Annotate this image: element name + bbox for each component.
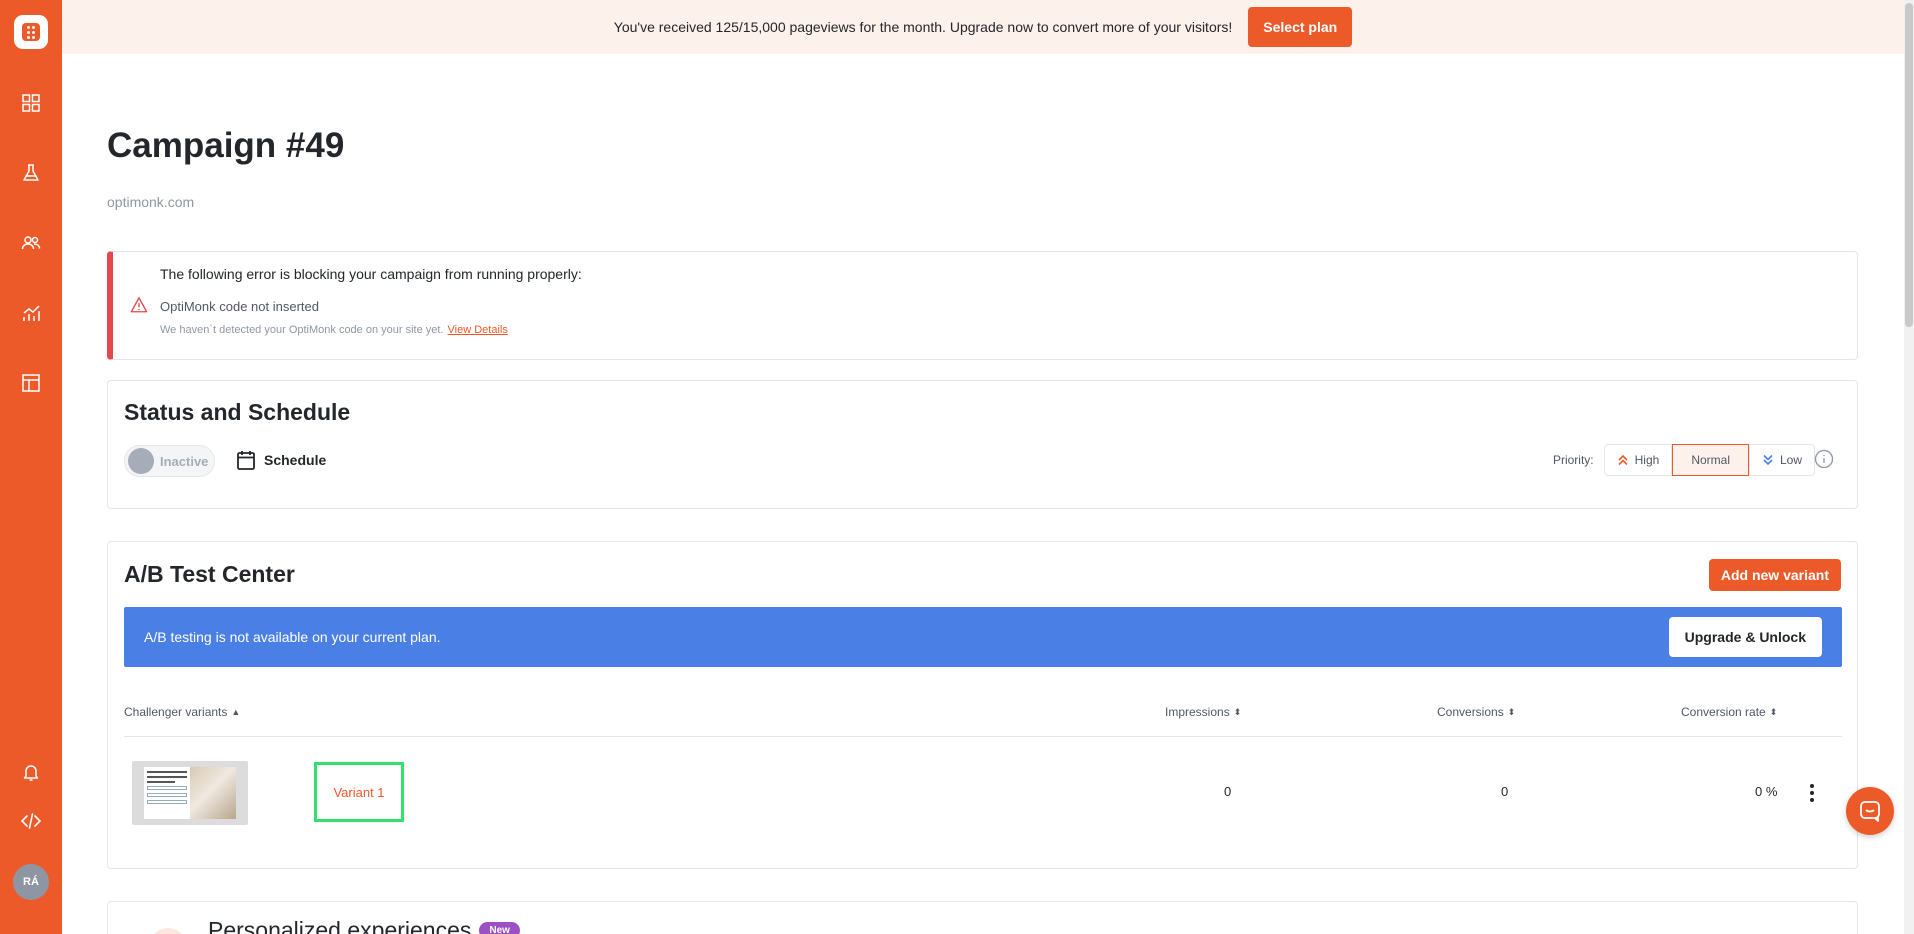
- analytics-icon: [23, 305, 40, 321]
- app-logo[interactable]: [14, 15, 48, 49]
- conversion-rate-value: 0 %: [1755, 784, 1778, 799]
- col-variants-label: Challenger variants: [124, 705, 228, 719]
- thumbnail-preview: [144, 767, 236, 819]
- status-toggle[interactable]: Inactive: [124, 445, 215, 477]
- priority-high-button[interactable]: High: [1603, 444, 1673, 476]
- status-title: Status and Schedule: [124, 399, 351, 425]
- status-schedule-card: Status and Schedule Inactive Schedule Pr…: [107, 380, 1858, 509]
- col-rate-label: Conversion rate: [1681, 705, 1766, 719]
- chat-icon: [1860, 801, 1880, 822]
- campaign-domain: optimonk.com: [107, 194, 195, 210]
- sort-asc-icon: ▲: [231, 707, 241, 717]
- upgrade-banner: You've received 125/15,000 pageviews for…: [62, 0, 1904, 54]
- chat-launcher[interactable]: [1846, 787, 1894, 835]
- priority-selector: Priority: High Normal Low: [1553, 444, 1815, 476]
- banner-text: You've received 125/15,000 pageviews for…: [613, 19, 1233, 35]
- schedule-label: Schedule: [264, 452, 327, 468]
- avatar[interactable]: RÁ: [13, 864, 49, 900]
- warning-icon: [130, 297, 148, 313]
- error-title: The following error is blocking your cam…: [160, 266, 582, 282]
- ab-notice-text: A/B testing is not available on your cur…: [144, 629, 441, 645]
- dashboard-icon: [22, 94, 40, 112]
- ab-plan-notice: A/B testing is not available on your cur…: [124, 607, 1842, 667]
- col-impressions-label: Impressions: [1165, 705, 1230, 719]
- priority-high-label: High: [1634, 453, 1660, 467]
- chevrons-down-icon: [1763, 454, 1773, 466]
- calendar-icon: [237, 451, 255, 470]
- variants-table-header: Challenger variants ▲ Impressions ⬍ Conver…: [124, 701, 1842, 737]
- variant-thumbnail[interactable]: [132, 761, 248, 825]
- users-icon: [21, 236, 41, 250]
- personalized-icon: [150, 928, 186, 934]
- add-variant-button[interactable]: Add new variant: [1708, 559, 1841, 591]
- error-description-text: We haven`t detected your OptiMonk code o…: [160, 324, 444, 336]
- row-menu-button[interactable]: [1807, 782, 1817, 804]
- scrollbar-thumb[interactable]: [1905, 3, 1913, 327]
- chevrons-up-icon: [1618, 454, 1628, 466]
- conversions-value: 0: [1501, 784, 1509, 799]
- sort-icon: ⬍: [1507, 706, 1516, 717]
- variant-name-link[interactable]: Variant 1: [314, 762, 404, 822]
- sort-icon: ⬍: [1233, 706, 1242, 717]
- sidebar: RÁ: [0, 0, 62, 934]
- priority-low-button[interactable]: Low: [1748, 444, 1815, 476]
- col-conversion-rate[interactable]: Conversion rate ⬍: [1681, 705, 1777, 719]
- error-description: We haven`t detected your OptiMonk code o…: [160, 324, 508, 336]
- select-plan-button[interactable]: Select plan: [1248, 7, 1353, 47]
- sidebar-item-analytics[interactable]: [19, 301, 43, 325]
- bell-icon: [23, 765, 39, 781]
- sidebar-item-templates[interactable]: [19, 371, 43, 395]
- sidebar-item-dashboard[interactable]: [19, 91, 43, 115]
- col-conversions[interactable]: Conversions ⬍: [1437, 705, 1515, 719]
- templates-icon: [22, 374, 40, 392]
- new-badge: New: [479, 922, 520, 934]
- flask-icon: [23, 164, 39, 181]
- ab-test-card: A/B Test Center Add new variant A/B test…: [107, 541, 1858, 869]
- toggle-knob: [128, 448, 154, 474]
- code-icon: [21, 813, 41, 829]
- ab-title: A/B Test Center: [124, 561, 295, 587]
- table-row: Variant 1 0 0 0 %: [124, 738, 1842, 848]
- impressions-value: 0: [1224, 784, 1232, 799]
- info-icon[interactable]: [1814, 449, 1834, 469]
- view-details-link[interactable]: View Details: [448, 324, 508, 336]
- error-card: The following error is blocking your cam…: [107, 251, 1858, 360]
- sidebar-item-notifications[interactable]: [19, 760, 43, 784]
- col-conversions-label: Conversions: [1437, 705, 1504, 719]
- upgrade-unlock-button[interactable]: Upgrade & Unlock: [1668, 617, 1822, 657]
- priority-low-label: Low: [1779, 453, 1802, 467]
- personalized-title-text: Personalized experiences: [208, 917, 472, 934]
- col-impressions[interactable]: Impressions ⬍: [1165, 705, 1241, 719]
- priority-label: Priority:: [1552, 453, 1594, 467]
- personalized-card: Personalized experiences New: [107, 901, 1858, 934]
- error-subtitle: OptiMonk code not inserted: [160, 299, 319, 314]
- sidebar-item-code[interactable]: [19, 809, 43, 833]
- priority-normal-label: Normal: [1691, 453, 1730, 467]
- sidebar-item-experiments[interactable]: [19, 161, 43, 185]
- schedule-button[interactable]: Schedule: [236, 449, 326, 471]
- sort-icon: ⬍: [1769, 706, 1778, 717]
- logo-icon: [22, 23, 40, 41]
- personalized-title: Personalized experiences New: [208, 917, 520, 934]
- priority-normal-button[interactable]: Normal: [1672, 444, 1749, 476]
- toggle-label: Inactive: [160, 453, 209, 469]
- col-challenger-variants[interactable]: Challenger variants ▲: [124, 705, 240, 719]
- sidebar-item-users[interactable]: [19, 231, 43, 255]
- page-title: Campaign #49: [107, 126, 345, 165]
- page-scrollbar[interactable]: [1904, 0, 1914, 934]
